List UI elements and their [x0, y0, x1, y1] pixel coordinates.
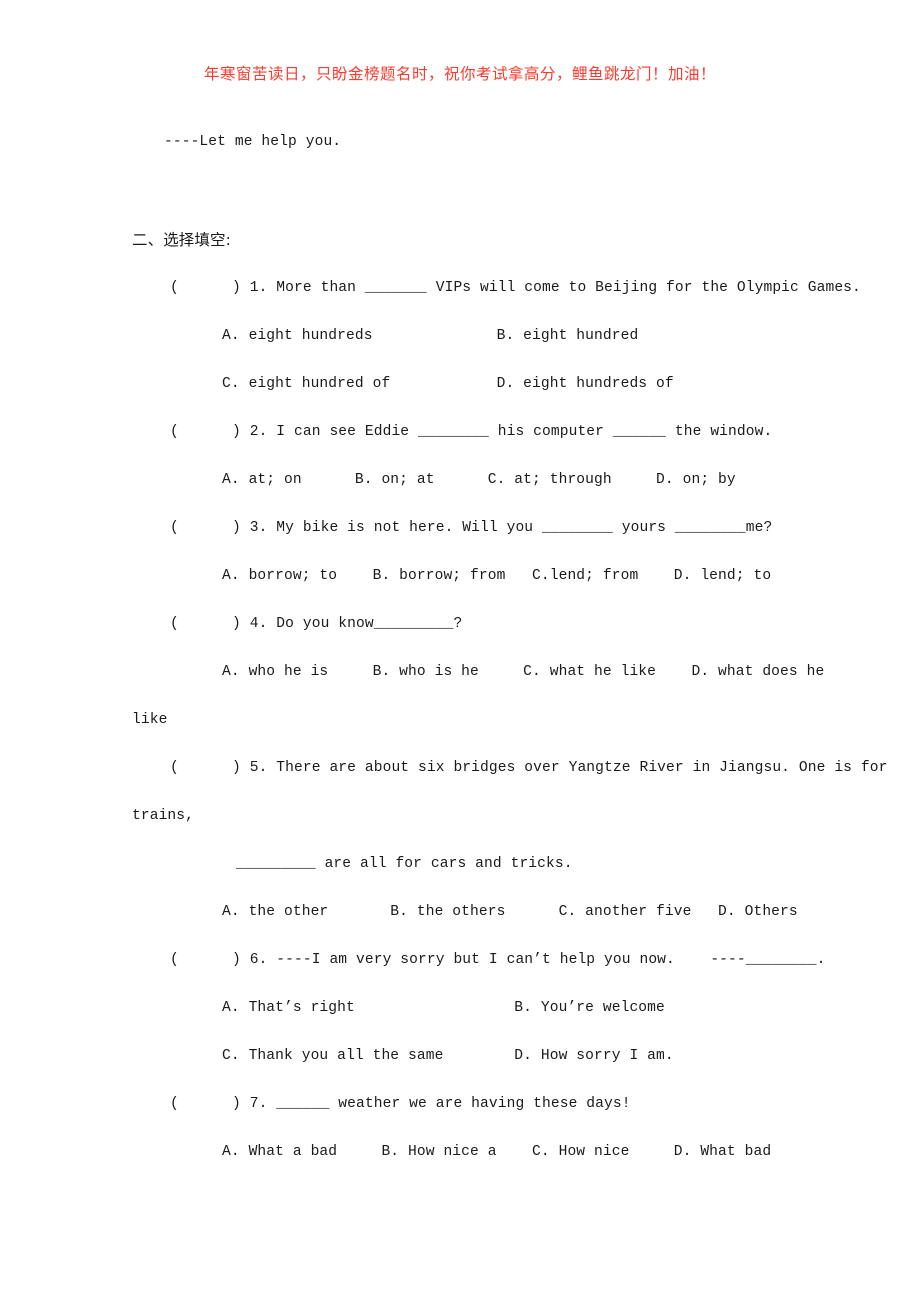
banner-text: 年寒窗苦读日，只盼金榜题名时，祝你考试拿高分，鲤鱼跳龙门！加油！: [203, 65, 716, 83]
question-options: A. the other B. the others C. another fi…: [222, 904, 798, 920]
lead-line: ----Let me help you.: [164, 134, 342, 150]
question-stem: ( ) 2. I can see Eddie ________ his comp…: [170, 424, 773, 440]
question-stem: ( ) 4. Do you know_________?: [170, 616, 463, 632]
question-options: A. who he is B. who is he C. what he lik…: [222, 664, 825, 680]
question-options: A. That’s right B. You’re welcome: [222, 1000, 665, 1016]
banner: 年寒窗苦读日，只盼金榜题名时，祝你考试拿高分，鲤鱼跳龙门！加油！: [0, 62, 920, 84]
question-continuation: trains,: [132, 808, 195, 824]
question-stem: ( ) 6. ----I am very sorry but I can’t h…: [170, 952, 826, 968]
question-options: A. at; on B. on; at C. at; through D. on…: [222, 472, 736, 488]
document-page: 年寒窗苦读日，只盼金榜题名时，祝你考试拿高分，鲤鱼跳龙门！加油！ ----Let…: [0, 0, 920, 1303]
question-stem: ( ) 1. More than _______ VIPs will come …: [170, 280, 861, 296]
question-stem: ( ) 3. My bike is not here. Will you ___…: [170, 520, 773, 536]
question-stem: ( ) 5. There are about six bridges over …: [170, 760, 888, 776]
document-body: ----Let me help you. 二、选择填空: ( ) 1. More…: [132, 118, 888, 1176]
question-options: C. Thank you all the same D. How sorry I…: [222, 1048, 674, 1064]
question-options: A. borrow; to B. borrow; from C.lend; fr…: [222, 568, 772, 584]
section-heading: 二、选择填空:: [132, 231, 231, 249]
question-options: A. What a bad B. How nice a C. How nice …: [222, 1144, 772, 1160]
question-options: C. eight hundred of D. eight hundreds of: [222, 376, 674, 392]
question-stem: ( ) 7. ______ weather we are having thes…: [170, 1096, 631, 1112]
question-blank-line: _________ are all for cars and tricks.: [236, 856, 573, 872]
question-continuation: like: [132, 712, 168, 728]
question-options: A. eight hundreds B. eight hundred: [222, 328, 639, 344]
